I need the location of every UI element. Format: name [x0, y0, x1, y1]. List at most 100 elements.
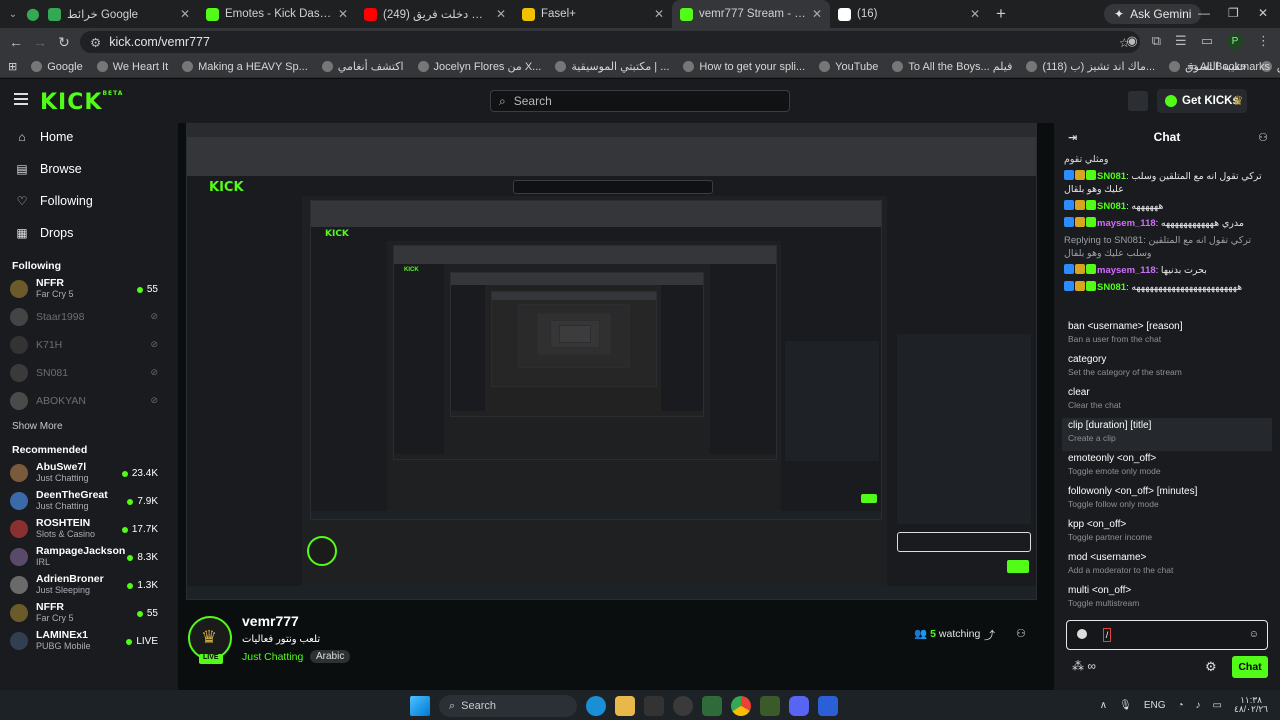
browser-tab[interactable]: (249) دخلت فريق TU ( تقييم + د ✕ — [356, 0, 514, 28]
show-more-button[interactable]: Show More — [0, 415, 178, 437]
file-explorer-icon[interactable] — [615, 696, 635, 716]
channel-row[interactable]: LAMINEx1 PUBG Mobile LIVE — [0, 627, 178, 655]
channel-row[interactable]: NFFR Far Cry 5 55 — [0, 599, 178, 627]
search-input[interactable]: ⌕ Search — [490, 90, 790, 112]
minimize-button[interactable]: — — [1198, 6, 1210, 20]
video-player[interactable]: KICK KICK KICK — [186, 123, 1037, 600]
send-chat-button[interactable]: Chat — [1232, 656, 1268, 678]
tabs-icon[interactable]: ▭ — [1201, 33, 1213, 49]
settings-app-icon[interactable] — [673, 696, 693, 716]
channel-row[interactable]: K71H ⊘ — [0, 331, 178, 359]
ask-gemini-button[interactable]: ✦ Ask Gemini — [1104, 4, 1202, 24]
browser-tab[interactable]: Emotes - Kick Dashboard ✕ — [198, 0, 356, 28]
channel-row[interactable]: ABOKYAN ⊘ — [0, 387, 178, 415]
language-indicator[interactable]: ENG — [1144, 700, 1166, 711]
browser-tab[interactable]: vemr777 Stream - Watch Live o ✕ — [672, 0, 830, 28]
wifi-icon[interactable]: ◔ — [1177, 700, 1183, 711]
profile-avatar[interactable]: P — [1227, 33, 1243, 49]
close-window-button[interactable]: ✕ — [1258, 6, 1268, 20]
channel-row[interactable]: DeenTheGreat Just Chatting 7.9K — [0, 487, 178, 515]
user-avatar-crown-icon[interactable]: ♛ — [1232, 93, 1244, 109]
reading-list-icon[interactable]: ☰ — [1175, 33, 1187, 49]
chrome-icon[interactable] — [731, 696, 751, 716]
url-field[interactable]: ⚙ kick.com/vemr777 ☆ — [80, 31, 1140, 53]
chat-input[interactable]: / ☺ — [1066, 620, 1268, 650]
volume-icon[interactable]: ♪ — [1196, 700, 1201, 711]
windows-start-icon[interactable] — [410, 696, 430, 716]
bookmark-item[interactable]: YouTube — [819, 60, 878, 73]
tab-close-icon[interactable]: ✕ — [180, 7, 190, 21]
apps-icon[interactable]: ⊞ — [8, 60, 17, 73]
command-item[interactable]: clear Clear the chat — [1062, 385, 1272, 418]
command-item[interactable]: clip [duration] [title] Create a clip — [1062, 418, 1272, 451]
tray-chevron-icon[interactable]: ∧ — [1100, 700, 1107, 711]
emote-toggle-icon[interactable] — [1077, 629, 1087, 639]
command-item[interactable]: ban <username> [reason] Ban a user from t… — [1062, 319, 1272, 352]
sidebar-item-browse[interactable]: ▤ Browse — [0, 153, 178, 185]
tab-close-icon[interactable]: ✕ — [654, 7, 664, 21]
all-bookmarks[interactable]: ▭ All Bookmarks — [1187, 60, 1270, 73]
battery-icon[interactable]: ▭ — [1213, 700, 1222, 711]
command-item[interactable]: followonly <on_off> [minutes] Toggle foll… — [1062, 484, 1272, 517]
smiley-icon[interactable]: ☺ — [1249, 629, 1259, 640]
taskbar-search[interactable]: ⌕ Search — [439, 695, 577, 717]
app-icon[interactable] — [644, 696, 664, 716]
maximize-button[interactable]: ❐ — [1228, 6, 1239, 20]
sidebar-item-home[interactable]: ⌂ Home — [0, 121, 178, 153]
back-icon[interactable]: ← — [4, 34, 28, 50]
command-item[interactable]: emoteonly <on_off> Toggle emote only mode — [1062, 451, 1272, 484]
bookmark-item[interactable]: To All the Boys... فيلم — [892, 60, 1012, 73]
forward-icon[interactable]: → — [28, 34, 52, 50]
bookmark-item[interactable]: How to get your spli... — [683, 60, 805, 73]
tab-close-icon[interactable]: ✕ — [338, 7, 348, 21]
stream-tag[interactable]: Arabic — [310, 650, 351, 663]
bookmark-item[interactable]: We Heart It — [96, 60, 168, 73]
chat-username[interactable]: SN081 — [1097, 282, 1126, 293]
hamburger-menu-icon[interactable] — [14, 93, 28, 108]
edge-icon[interactable] — [586, 696, 606, 716]
channel-row[interactable]: AbuSwe7l Just Chatting 23.4K — [0, 459, 178, 487]
command-item[interactable]: kpp <on_off> Toggle partner income — [1062, 517, 1272, 550]
moderator-icon[interactable]: ⚇ — [1016, 627, 1026, 640]
chat-settings-gear-icon[interactable]: ⚙ — [1205, 659, 1217, 675]
tab-search-icon[interactable]: ⌄ — [0, 9, 26, 20]
chat-username[interactable]: SN081 — [1097, 201, 1126, 212]
command-item[interactable]: mod <username> Add a moderator to the cha… — [1062, 550, 1272, 583]
kicks-infinity-icon[interactable]: ⁂ ∞ — [1072, 659, 1096, 673]
extensions-icon[interactable]: ⧉ — [1152, 33, 1161, 49]
browser-tab[interactable]: خرائط Google ✕ — [40, 0, 198, 28]
channel-row[interactable]: SN081 ⊘ — [0, 359, 178, 387]
chat-users-icon[interactable]: ⚇ — [1258, 131, 1268, 144]
share-icon[interactable]: ⤴ — [984, 627, 995, 643]
command-item[interactable]: multi <on_off> Toggle multistream — [1062, 583, 1272, 615]
browser-tab[interactable]: Fasel+ ✕ — [514, 0, 672, 28]
tab-close-icon[interactable]: ✕ — [496, 7, 506, 21]
browser-tab[interactable]: (16) ✕ — [830, 0, 988, 28]
chat-username[interactable]: SN081 — [1097, 171, 1126, 182]
bookmark-item[interactable]: (118) ماك اند تشيز (ب... — [1026, 60, 1155, 73]
collapse-chat-icon[interactable]: ⇥ — [1068, 131, 1077, 144]
sidebar-item-drops[interactable]: ▦ Drops — [0, 217, 178, 249]
incognito-icon[interactable]: ◉ — [1126, 33, 1137, 49]
chat-username[interactable]: maysem_118 — [1097, 265, 1156, 276]
command-item[interactable]: category Set the category of the stream — [1062, 352, 1272, 385]
dashboard-icon[interactable] — [1128, 91, 1148, 111]
new-tab-button[interactable]: + — [996, 4, 1006, 24]
sidebar-item-following[interactable]: ♡ Following — [0, 185, 178, 217]
tab-close-icon[interactable]: ✕ — [970, 7, 980, 21]
bookmark-item[interactable]: Making a HEAVY Sp... — [182, 60, 308, 73]
chat-username[interactable]: maysem_118 — [1097, 218, 1156, 229]
site-info-icon[interactable]: ⚙ — [90, 35, 101, 50]
channel-row[interactable]: RampageJackson IRL 8.3K — [0, 543, 178, 571]
tab-close-icon[interactable]: ✕ — [812, 7, 822, 21]
streamer-name[interactable]: vemr777 — [242, 613, 299, 629]
channel-row[interactable]: NFFR Far Cry 5 55 — [0, 275, 178, 303]
mic-icon[interactable]: 🎙 — [1119, 700, 1132, 711]
channel-row[interactable]: AdrienBroner Just Sleeping 1.3K — [0, 571, 178, 599]
channel-row[interactable]: ROSHTEIN Slots & Casino 17.7K — [0, 515, 178, 543]
clock[interactable]: ١١:٣٨ ٤٨/٠٢/٢٦ — [1234, 696, 1268, 714]
menu-icon[interactable]: ⋮ — [1257, 33, 1270, 49]
game-app-icon[interactable] — [702, 696, 722, 716]
bookmark-item[interactable]: Jocelyn Flores من X... — [417, 60, 541, 73]
bookmark-item[interactable]: اكتشف أنغامي — [321, 60, 404, 73]
